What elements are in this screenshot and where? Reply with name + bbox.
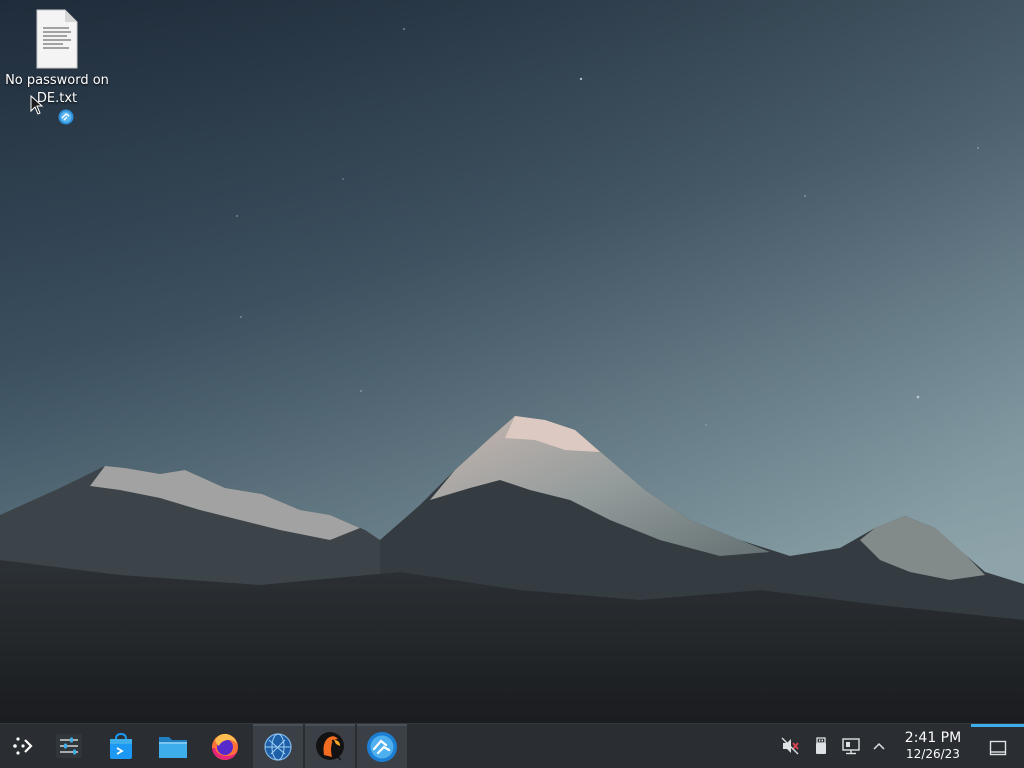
desktop-icon-no-password-file[interactable]: No password on DE.txt — [4, 8, 110, 125]
show-desktop-icon — [989, 740, 1006, 755]
globe-network-icon — [264, 733, 292, 761]
desktop[interactable]: No password on DE.txt — [0, 0, 1024, 723]
digital-clock[interactable]: 2:41 PM 12/26/23 — [896, 729, 970, 761]
taskbar: 2:41 PM 12/26/23 — [0, 723, 1024, 768]
settings-sliders-icon — [56, 734, 82, 758]
firefox-button[interactable] — [200, 724, 250, 768]
volume-muted-tray[interactable] — [779, 735, 801, 757]
network-wired-icon — [842, 738, 860, 755]
mountain-wallpaper — [0, 0, 1024, 723]
chevron-up-icon — [873, 742, 885, 750]
desktop-icon-label: No password on DE.txt — [5, 73, 109, 106]
clock-time: 2:41 PM — [904, 730, 962, 746]
volume-muted-icon — [781, 737, 799, 755]
folder-icon — [159, 737, 187, 758]
show-desktop-button[interactable] — [971, 724, 1024, 768]
text-file-icon — [36, 9, 78, 69]
usb-device-icon — [816, 737, 826, 754]
kde-connect-emblem-icon — [58, 109, 74, 125]
application-launcher-button[interactable] — [0, 724, 44, 768]
system-settings-button[interactable] — [44, 724, 94, 768]
discover-store-icon — [110, 732, 132, 759]
kde-launcher-icon — [13, 737, 33, 755]
globe-app-task[interactable] — [253, 724, 303, 768]
parrot-chat-icon — [316, 732, 344, 761]
tray-expander[interactable] — [868, 735, 890, 757]
dolphin-file-manager-button[interactable] — [148, 724, 198, 768]
removable-device-tray[interactable] — [810, 735, 832, 757]
firefox-icon — [212, 733, 238, 760]
chat-app-task[interactable] — [305, 724, 355, 768]
network-tray[interactable] — [840, 735, 862, 757]
discover-button[interactable] — [96, 724, 146, 768]
kde-connect-task[interactable] — [357, 724, 407, 768]
clock-date: 12/26/23 — [906, 747, 960, 761]
mouse-cursor-icon — [30, 95, 44, 115]
kde-connect-icon — [367, 732, 397, 762]
